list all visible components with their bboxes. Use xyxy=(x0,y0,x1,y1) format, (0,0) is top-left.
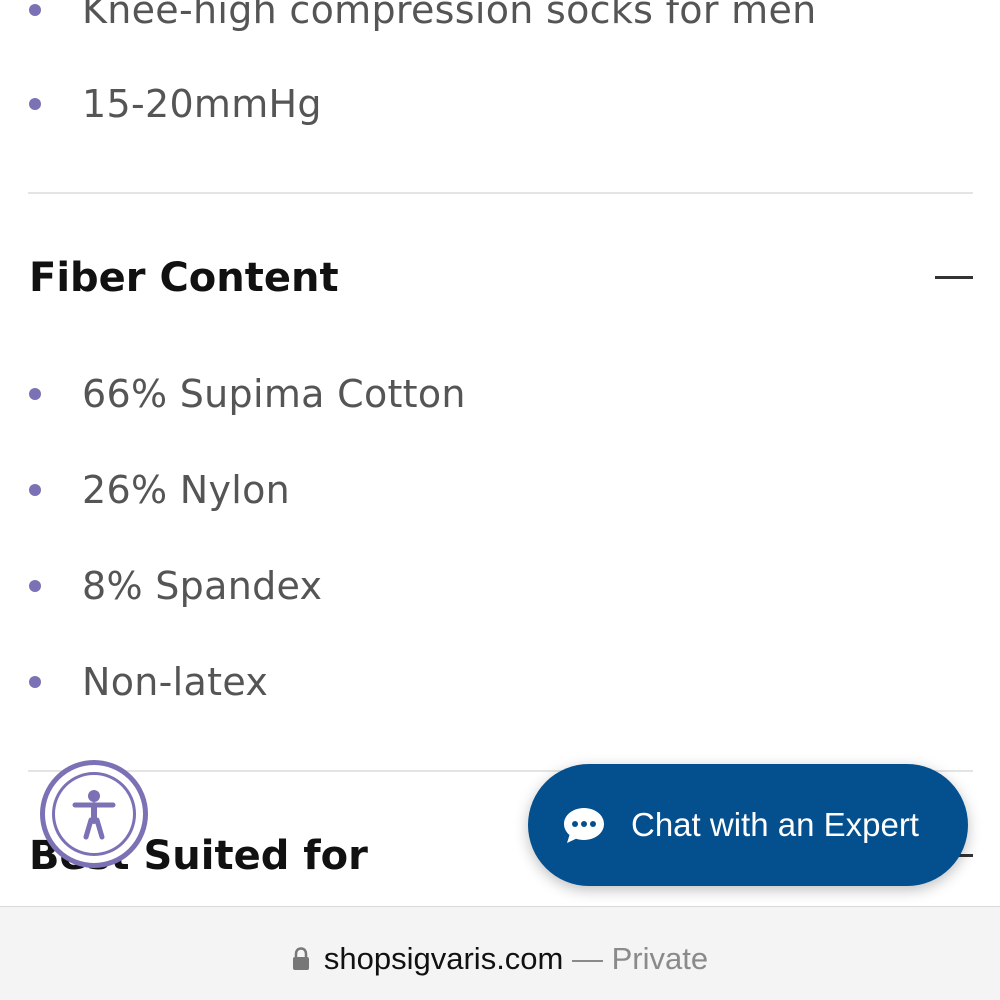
spec-item-text: Knee-high compression socks for men xyxy=(82,0,817,32)
bullet-dot xyxy=(29,484,41,496)
bullet-dot xyxy=(29,580,41,592)
spec-item-text: 15-20mmHg xyxy=(82,82,322,126)
url-display[interactable]: shopsigvaris.com — Private xyxy=(0,907,1000,1000)
bullet-dot xyxy=(29,388,41,400)
url-separator: — xyxy=(563,941,612,976)
accessibility-button[interactable] xyxy=(40,760,148,868)
accessibility-ring xyxy=(52,772,136,856)
section-divider xyxy=(28,192,973,194)
chat-with-expert-button[interactable]: Chat with an Expert xyxy=(528,764,968,886)
bullet-dot xyxy=(29,4,41,16)
chat-button-label: Chat with an Expert xyxy=(631,806,919,843)
fiber-item-text: 66% Supima Cotton xyxy=(82,372,466,416)
browser-address-bar[interactable]: shopsigvaris.com — Private xyxy=(0,906,1000,1000)
fiber-item-text: Non-latex xyxy=(82,660,269,704)
url-host: shopsigvaris.com xyxy=(323,941,564,976)
bullet-dot xyxy=(29,98,41,110)
lock-icon xyxy=(292,946,309,970)
list-item: Knee-high compression socks for men xyxy=(0,0,1000,40)
private-mode-label: Private xyxy=(611,941,709,976)
list-item: 15-20mmHg xyxy=(0,74,1000,134)
list-item: 66% Supima Cotton xyxy=(0,364,1000,424)
accessibility-person-icon xyxy=(72,790,116,840)
chat-bubble-icon xyxy=(564,808,604,843)
fiber-item-text: 26% Nylon xyxy=(82,468,291,512)
list-item: 26% Nylon xyxy=(0,460,1000,520)
list-item: Non-latex xyxy=(0,652,1000,712)
bullet-dot xyxy=(29,676,41,688)
list-item: 8% Spandex xyxy=(0,556,1000,616)
fiber-item-text: 8% Spandex xyxy=(82,564,323,608)
minus-icon[interactable] xyxy=(935,276,973,279)
fiber-content-heading[interactable]: Fiber Content xyxy=(29,248,339,308)
